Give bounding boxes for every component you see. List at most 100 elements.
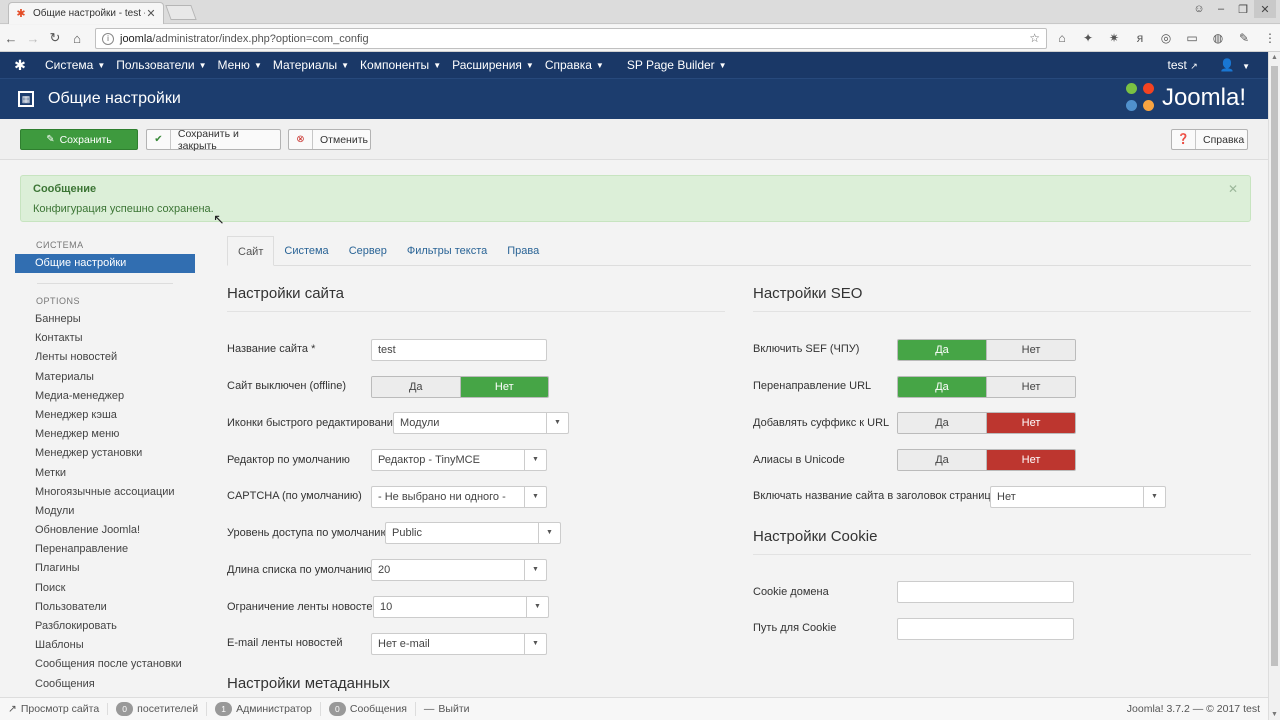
sidebar-item[interactable]: Менеджер кэша: [15, 406, 195, 425]
user-menu[interactable]: 👤 ▼: [1220, 58, 1250, 72]
address-bar[interactable]: i joomla /administrator/index.php?option…: [95, 28, 1047, 49]
tab-system[interactable]: Система: [274, 236, 338, 266]
sidebar-item[interactable]: Менеджер меню: [15, 425, 195, 444]
site-name-input[interactable]: test: [371, 339, 547, 361]
sidebar-item[interactable]: Перенаправление: [15, 540, 195, 559]
extension-icon[interactable]: ⌂: [1054, 30, 1070, 46]
site-info-icon[interactable]: i: [102, 32, 114, 45]
close-message-icon[interactable]: ✕: [1228, 182, 1238, 196]
sidebar-item[interactable]: Сообщения: [15, 675, 195, 694]
feedlimit-select[interactable]: 10 ▼: [373, 596, 549, 618]
cancel-button[interactable]: ⊗ Отменить: [288, 129, 371, 150]
sidebar-item[interactable]: Плагины: [15, 559, 195, 578]
extension-icon[interactable]: ✦: [1080, 30, 1096, 46]
profile-icon[interactable]: ☺: [1188, 0, 1210, 18]
new-tab-button[interactable]: [165, 5, 197, 20]
forward-icon[interactable]: →: [22, 31, 44, 46]
joomla-logo-icon[interactable]: ✱: [0, 57, 40, 74]
save-and-close-button[interactable]: ✔ Сохранить и закрыть: [146, 128, 281, 152]
sidebar-item[interactable]: Контакты: [15, 329, 195, 348]
cookie-domain-label: Cookie домена: [753, 586, 829, 598]
browser-menu-icon[interactable]: ⋮: [1262, 30, 1278, 46]
help-button[interactable]: ❓ Справка: [1171, 129, 1248, 150]
browser-tab[interactable]: ✱ Общие настройки - test - ✕: [8, 2, 164, 24]
sidebar-item[interactable]: Материалы: [15, 368, 195, 387]
tab-server[interactable]: Сервер: [339, 236, 397, 266]
messages-status[interactable]: 0 Сообщения: [328, 702, 416, 716]
sidebar-item[interactable]: Модули: [15, 502, 195, 521]
home-icon[interactable]: ⌂: [66, 31, 88, 46]
sidebar-item[interactable]: Медиа-менеджер: [15, 387, 195, 406]
frontedit-select[interactable]: Модули ▼: [393, 412, 569, 434]
suffix-yes-option[interactable]: Да: [898, 413, 986, 433]
sidebar-item[interactable]: Баннеры: [15, 310, 195, 329]
offline-yes-option[interactable]: Да: [372, 377, 460, 397]
view-site-link[interactable]: ↗ Просмотр сайта: [8, 703, 109, 715]
tab-text-filters[interactable]: Фильтры текста: [397, 236, 497, 266]
sitename-in-title-select[interactable]: Нет ▼: [990, 486, 1166, 508]
scroll-up-icon[interactable]: ▲: [1271, 54, 1278, 61]
extension-gear-icon[interactable]: ✷: [1106, 30, 1122, 46]
editor-select[interactable]: Редактор - TinyMCE ▼: [371, 449, 547, 471]
unicode-no-option[interactable]: Нет: [986, 450, 1075, 470]
user-site-link[interactable]: test ↗: [1168, 58, 1198, 72]
sidebar-item[interactable]: Пользователи: [15, 598, 195, 617]
rewrite-no-option[interactable]: Нет: [986, 377, 1075, 397]
captcha-select[interactable]: - Не выбрано ни одного - ▼: [371, 486, 547, 508]
tab-permissions[interactable]: Права: [497, 236, 549, 266]
menu-menus[interactable]: Меню ▼: [213, 58, 267, 72]
sidebar-item-global-config[interactable]: Общие настройки: [15, 254, 195, 273]
extension-icon[interactable]: я: [1132, 30, 1148, 46]
sidebar-item[interactable]: Сообщения после установки: [15, 655, 195, 674]
back-icon[interactable]: ←: [0, 31, 22, 46]
sef-yes-option[interactable]: Да: [898, 340, 986, 360]
sidebar-item[interactable]: Шаблоны: [15, 636, 195, 655]
scrollbar-thumb[interactable]: [1271, 66, 1278, 666]
menu-extensions[interactable]: Расширения ▼: [447, 58, 539, 72]
admin-top-navigation: ✱ Система ▼ Пользователи ▼ Меню ▼ Материалы…: [0, 52, 1268, 78]
menu-help[interactable]: Справка ▼: [540, 58, 609, 72]
extension-icon[interactable]: ▭: [1184, 30, 1200, 46]
suffix-no-option[interactable]: Нет: [986, 413, 1075, 433]
visitors-status[interactable]: 0 посетителей: [116, 702, 208, 716]
menu-system[interactable]: Система ▼: [40, 58, 110, 72]
sidebar-item[interactable]: Обновление Joomla!: [15, 521, 195, 540]
minimize-icon[interactable]: –: [1210, 0, 1232, 18]
extension-icon[interactable]: ✎: [1236, 30, 1252, 46]
access-select[interactable]: Public ▼: [385, 522, 561, 544]
restore-icon[interactable]: ❐: [1232, 0, 1254, 18]
page-scrollbar[interactable]: ▲ ▼: [1268, 52, 1280, 720]
reload-icon[interactable]: ↻: [44, 30, 66, 46]
sidebar-item[interactable]: Ленты новостей: [15, 348, 195, 367]
window-close-icon[interactable]: ✕: [1254, 0, 1276, 18]
feedemail-select[interactable]: Нет e-mail ▼: [371, 633, 547, 655]
sidebar-item[interactable]: Метки: [15, 464, 195, 483]
cookie-domain-input[interactable]: [897, 581, 1074, 603]
unicode-yes-option[interactable]: Да: [898, 450, 986, 470]
logout-link[interactable]: — Выйти: [424, 703, 478, 715]
sidebar-item[interactable]: Многоязычные ассоциации: [15, 483, 195, 502]
caret-down-icon: ▼: [97, 60, 106, 70]
sidebar-item[interactable]: Разблокировать: [15, 617, 195, 636]
tab-site[interactable]: Сайт: [227, 236, 275, 266]
sidebar-item[interactable]: Менеджер установки: [15, 444, 195, 463]
menu-users[interactable]: Пользователи ▼: [111, 58, 211, 72]
tab-close-icon[interactable]: ✕: [145, 7, 157, 20]
bookmark-star-icon[interactable]: ☆: [1029, 31, 1040, 45]
rewrite-yes-option[interactable]: Да: [898, 377, 986, 397]
admins-status[interactable]: 1 Администратор: [215, 702, 321, 716]
menu-components[interactable]: Компоненты ▼: [355, 58, 446, 72]
seo-settings-title: Настройки SEO: [753, 285, 1251, 312]
sidebar-item[interactable]: Поиск: [15, 579, 195, 598]
scroll-down-icon[interactable]: ▼: [1271, 711, 1278, 718]
save-button[interactable]: ✎ Сохранить: [20, 129, 138, 150]
cookie-settings-title: Настройки Cookie: [753, 528, 1251, 555]
listlimit-select[interactable]: 20 ▼: [371, 559, 547, 581]
extension-icon[interactable]: ◍: [1210, 30, 1226, 46]
menu-content[interactable]: Материалы ▼: [268, 58, 354, 72]
menu-sp-page-builder[interactable]: SP Page Builder ▼: [622, 58, 732, 72]
extension-icon[interactable]: ◎: [1158, 30, 1174, 46]
cookie-path-input[interactable]: [897, 618, 1074, 640]
sef-no-option[interactable]: Нет: [986, 340, 1075, 360]
offline-no-option[interactable]: Нет: [459, 377, 548, 397]
